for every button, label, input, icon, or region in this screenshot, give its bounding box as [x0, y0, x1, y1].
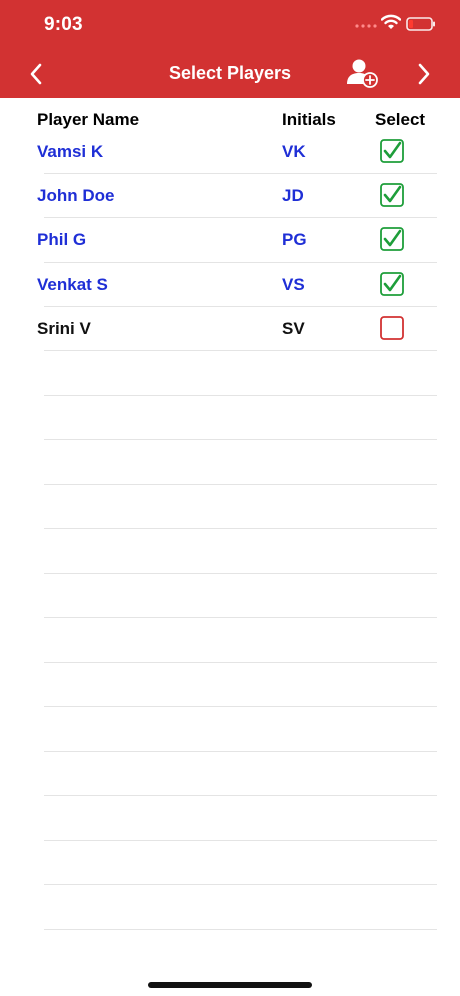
player-name: Srini V	[37, 319, 91, 338]
nav-bar: Select Players	[0, 50, 460, 98]
empty-row-divider	[44, 706, 437, 707]
checkbox-unchecked-icon[interactable]	[380, 316, 404, 340]
empty-row-divider	[44, 929, 437, 930]
player-initials: VS	[282, 275, 305, 294]
cellular-signal-icon	[355, 24, 377, 28]
empty-row-divider	[44, 484, 437, 485]
player-initials: PG	[282, 230, 307, 249]
battery-icon	[406, 17, 435, 31]
checkbox-checked-icon[interactable]	[380, 183, 404, 207]
checkbox-checked-icon[interactable]	[380, 139, 404, 163]
empty-row-divider	[44, 795, 437, 796]
next-button[interactable]	[410, 60, 438, 88]
empty-row-divider	[44, 528, 437, 529]
row-divider	[44, 350, 437, 351]
home-indicator[interactable]	[148, 982, 312, 988]
add-user-icon	[347, 59, 378, 88]
player-initials: JD	[282, 186, 304, 205]
checkbox-checked-icon[interactable]	[380, 227, 404, 251]
wifi-icon	[381, 14, 401, 29]
empty-row-divider	[44, 751, 437, 752]
column-header-player-name: Player Name	[37, 110, 140, 129]
player-name: Venkat S	[37, 275, 108, 294]
empty-row-divider	[44, 395, 437, 396]
chevron-right-icon	[418, 63, 430, 85]
column-header-initials: Initials	[282, 110, 336, 129]
checkbox-checked-icon[interactable]	[380, 272, 404, 296]
empty-row-divider	[44, 439, 437, 440]
empty-row-divider	[44, 662, 437, 663]
player-name: John Doe	[37, 186, 115, 205]
add-player-button[interactable]	[346, 58, 380, 90]
empty-row-divider	[44, 617, 437, 618]
player-name: Vamsi K	[37, 142, 104, 161]
empty-row-divider	[44, 573, 437, 574]
status-bar: 9:03	[0, 0, 460, 50]
player-row[interactable]: Phil G PG	[0, 218, 460, 262]
column-header-select: Select	[375, 110, 426, 129]
player-name: Phil G	[37, 230, 87, 249]
player-initials: SV	[282, 319, 305, 338]
page-title: Select Players	[168, 63, 292, 83]
empty-row-divider	[44, 840, 437, 841]
player-initials: VK	[282, 142, 306, 161]
player-row[interactable]: Venkat S VS	[0, 263, 460, 307]
status-time: 9:03	[44, 14, 83, 35]
player-row[interactable]: Vamsi K VK	[0, 130, 460, 174]
player-row[interactable]: John Doe JD	[0, 174, 460, 218]
empty-row-divider	[44, 884, 437, 885]
player-row[interactable]: Srini V SV	[0, 307, 460, 351]
